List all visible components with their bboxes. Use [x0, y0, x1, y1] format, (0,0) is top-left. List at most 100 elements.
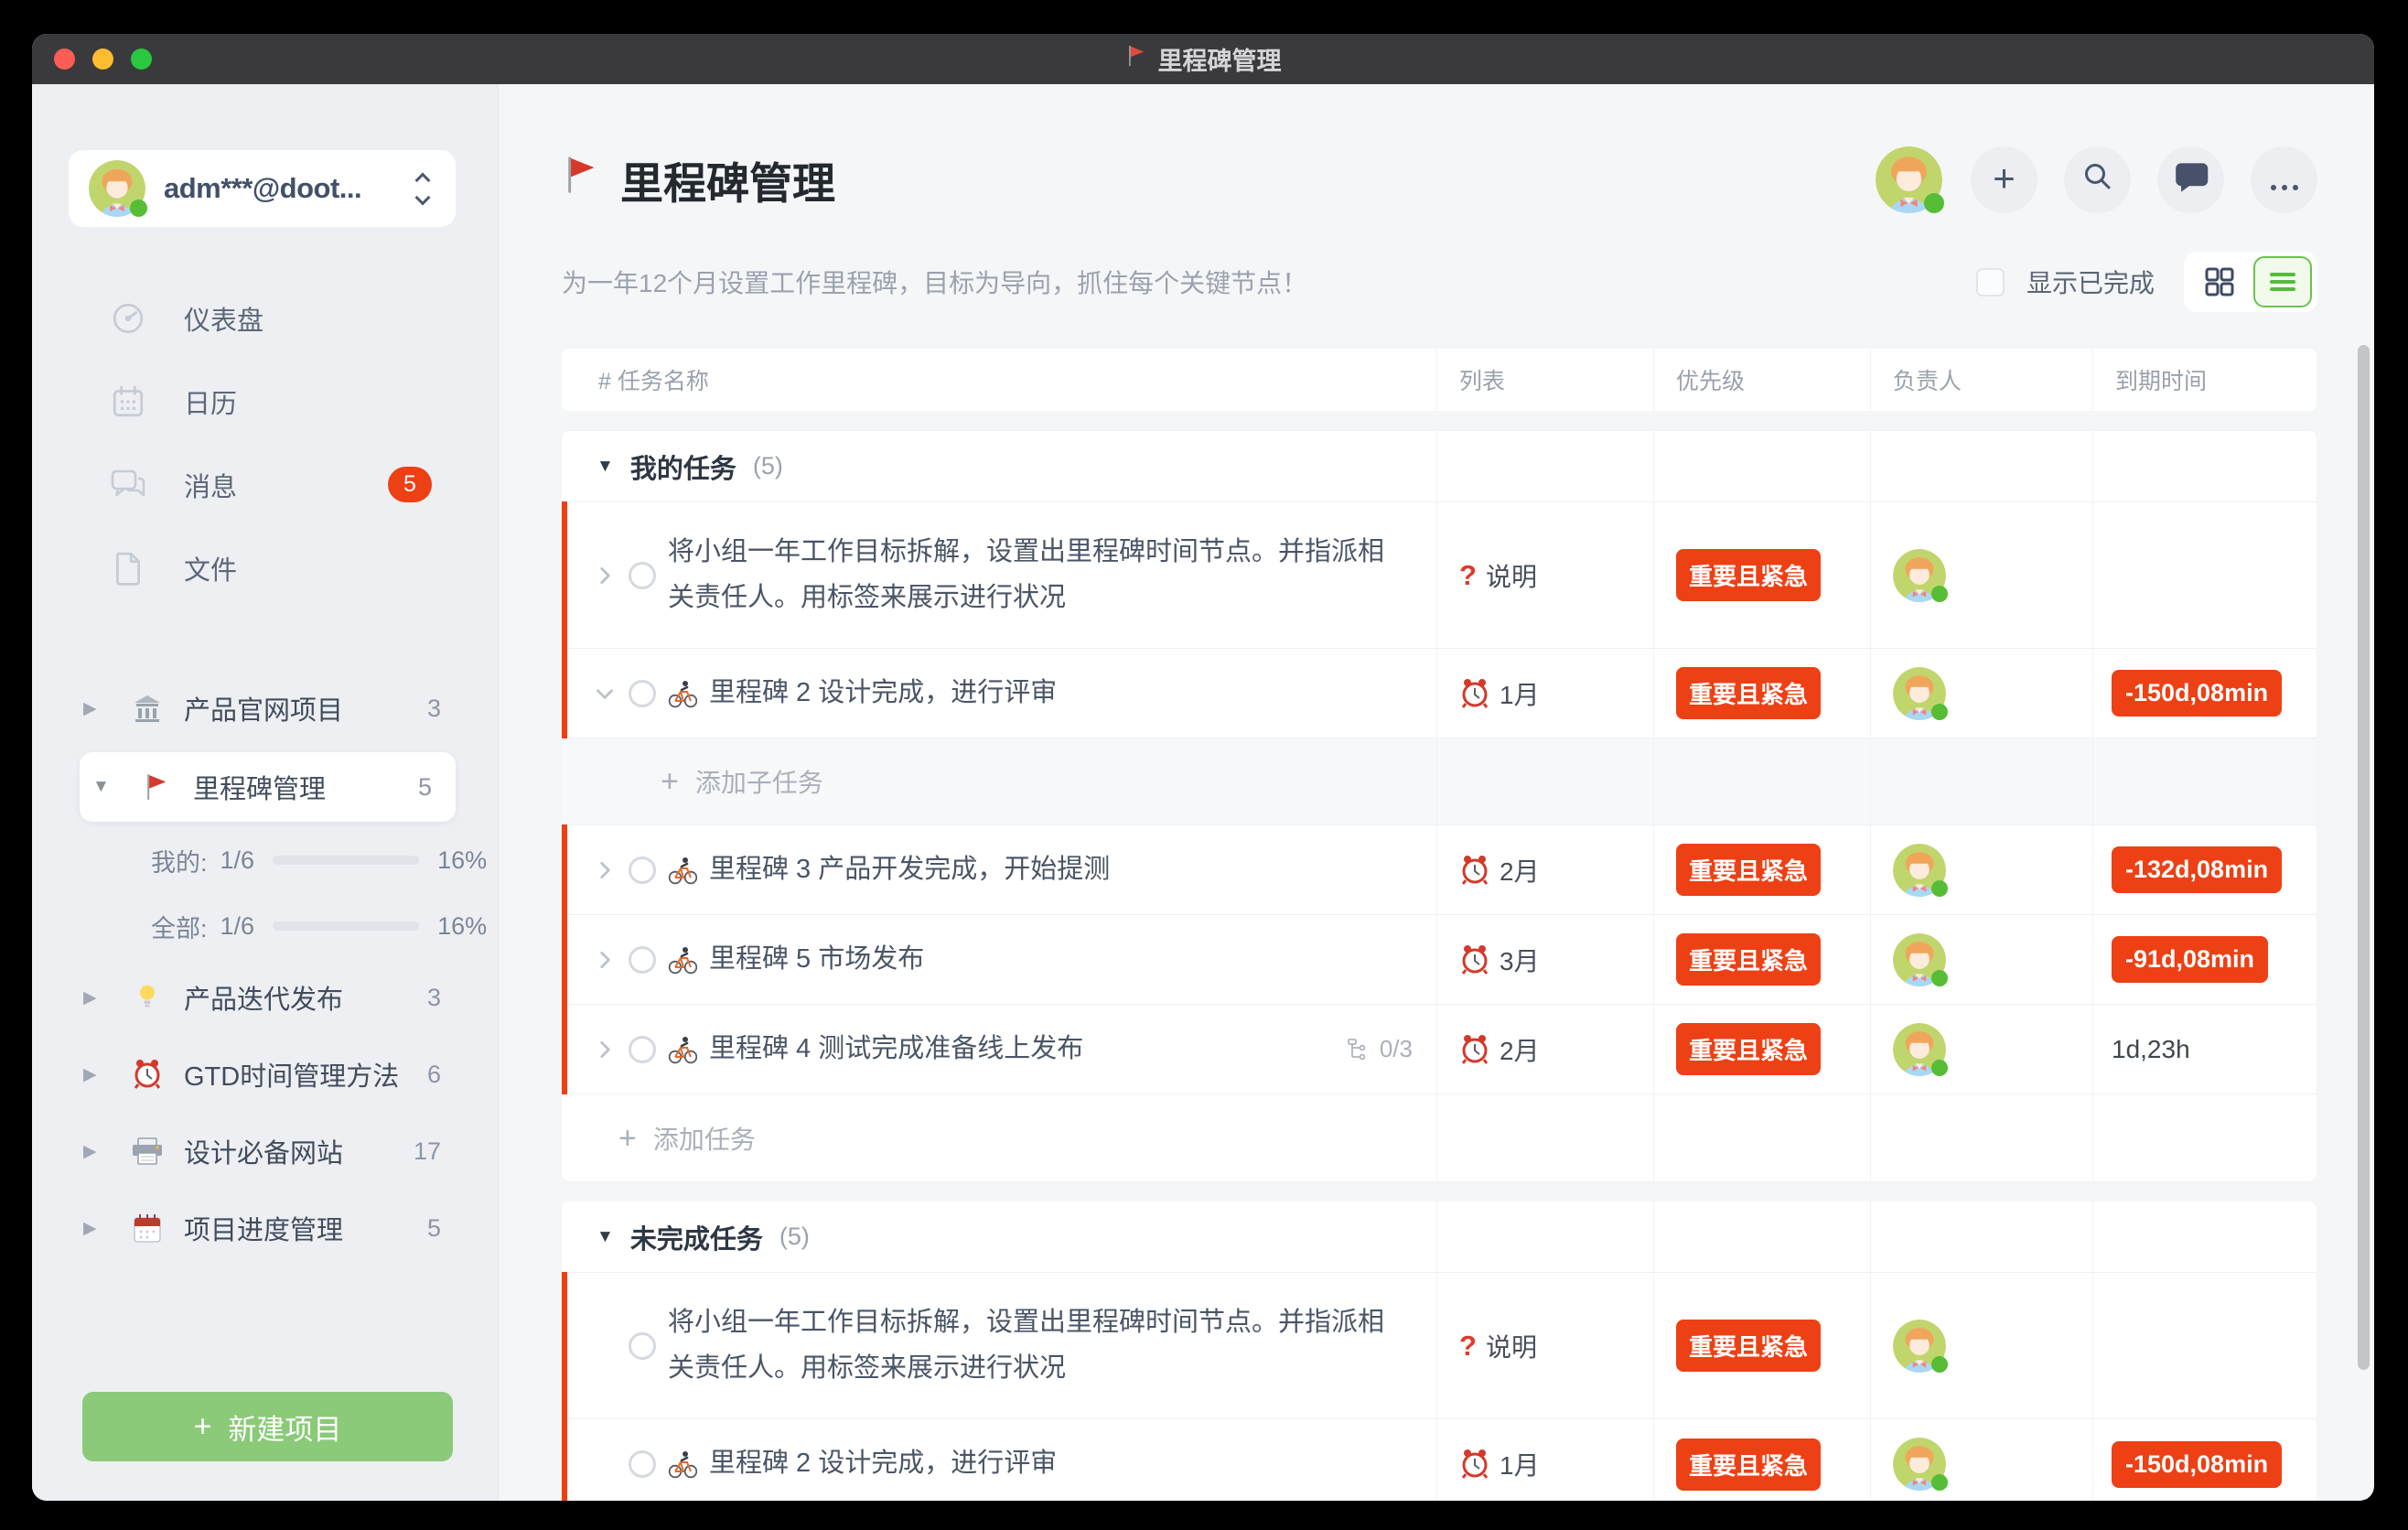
task-row[interactable]: 里程碑 4 测试完成准备线上发布0/32月重要且紧急 1d,23h: [562, 1005, 2317, 1094]
assignee-avatar: [1893, 933, 1946, 986]
assignee-cell[interactable]: [1871, 1273, 2093, 1418]
new-project-button[interactable]: + 新建项目: [82, 1392, 453, 1461]
task-table: # 任务名称 列表 优先级 负责人 到期时间 ▼我的任务(5)将小组一年工作目标…: [562, 349, 2317, 1501]
project-item-schedule[interactable]: ▶ 项目进度管理 5: [32, 1190, 498, 1266]
assignee-cell[interactable]: [1871, 1005, 2093, 1094]
task-row[interactable]: 里程碑 2 设计完成，进行评审1月重要且紧急 -150d,08min: [562, 1419, 2317, 1501]
list-cell[interactable]: ?说明: [1437, 502, 1654, 648]
project-item-milestone[interactable]: ▼ 里程碑管理 5: [80, 752, 456, 822]
add-task-row[interactable]: +添加子任务: [562, 738, 2317, 825]
task-row[interactable]: 将小组一年工作目标拆解，设置出里程碑时间节点。并指派相 关责任人。用标签来展示进…: [562, 502, 2317, 649]
scrollbar[interactable]: [2358, 345, 2370, 1370]
grid-view-button[interactable]: [2204, 266, 2235, 297]
priority-cell[interactable]: 重要且紧急: [1654, 915, 1871, 1004]
sidebar-item-dashboard[interactable]: 仪表盘: [32, 276, 498, 360]
minimize-window-button[interactable]: [92, 48, 113, 70]
task-name-cell[interactable]: 将小组一年工作目标拆解，设置出里程碑时间节点。并指派相 关责任人。用标签来展示进…: [562, 1273, 1437, 1418]
task-row[interactable]: 里程碑 5 市场发布3月重要且紧急 -91d,08min: [562, 915, 2317, 1005]
close-window-button[interactable]: [54, 48, 75, 70]
due-time-badge: -150d,08min: [2112, 670, 2282, 717]
due-cell[interactable]: -132d,08min: [2093, 825, 2317, 914]
list-cell[interactable]: 1月: [1437, 649, 1654, 738]
expand-toggle-icon[interactable]: [593, 948, 617, 972]
task-checkbox[interactable]: [629, 562, 656, 589]
my-progress: 我的: 1/6 16%: [32, 827, 498, 893]
user-avatar: [89, 160, 145, 217]
priority-cell[interactable]: 重要且紧急: [1654, 649, 1871, 738]
collapsed-arrow-icon[interactable]: ▶: [83, 698, 111, 719]
more-button[interactable]: [2251, 146, 2317, 213]
list-cell[interactable]: ?说明: [1437, 1273, 1654, 1418]
collapsed-arrow-icon[interactable]: ▶: [83, 1141, 111, 1162]
add-task-text: 添加任务: [653, 1120, 756, 1157]
task-checkbox[interactable]: [629, 857, 656, 884]
task-name-cell[interactable]: 将小组一年工作目标拆解，设置出里程碑时间节点。并指派相 关责任人。用标签来展示进…: [562, 502, 1437, 648]
priority-cell[interactable]: 重要且紧急: [1654, 1273, 1871, 1418]
add-task-row[interactable]: +添加任务: [562, 1094, 2317, 1181]
expand-toggle-icon[interactable]: [593, 1038, 617, 1061]
task-name-cell[interactable]: 里程碑 5 市场发布: [562, 915, 1437, 1004]
collapse-group-icon[interactable]: ▼: [597, 1227, 614, 1247]
task-checkbox[interactable]: [629, 1332, 656, 1360]
due-cell[interactable]: -150d,08min: [2093, 1419, 2317, 1501]
expand-toggle-icon[interactable]: [593, 682, 617, 706]
priority-cell[interactable]: 重要且紧急: [1654, 825, 1871, 914]
assignee-cell[interactable]: [1871, 825, 2093, 914]
assignee-cell[interactable]: [1871, 1419, 2093, 1501]
search-button[interactable]: [2064, 146, 2131, 213]
task-row[interactable]: 里程碑 3 产品开发完成，开始提测2月重要且紧急 -132d,08min: [562, 825, 2317, 915]
collapsed-arrow-icon[interactable]: ▶: [83, 1064, 111, 1085]
task-row[interactable]: 里程碑 2 设计完成，进行评审1月重要且紧急 -150d,08min: [562, 649, 2317, 738]
fullscreen-window-button[interactable]: [131, 48, 152, 70]
task-checkbox[interactable]: [629, 946, 656, 974]
task-checkbox[interactable]: [629, 1450, 656, 1478]
assignee-cell[interactable]: [1871, 649, 2093, 738]
user-card[interactable]: adm***@doot...: [69, 150, 456, 227]
add-task-cell[interactable]: +添加任务: [562, 1094, 1437, 1181]
due-cell[interactable]: [2093, 502, 2317, 648]
sidebar-item-files[interactable]: 文件: [32, 526, 498, 609]
collapsed-arrow-icon[interactable]: ▶: [83, 1218, 111, 1239]
task-checkbox[interactable]: [629, 1036, 656, 1063]
project-item-gtd[interactable]: ▶ GTD时间管理方法 6: [32, 1036, 498, 1113]
due-cell[interactable]: -150d,08min: [2093, 649, 2317, 738]
project-item-design-sites[interactable]: ▶ 设计必备网站 17: [32, 1113, 498, 1190]
due-cell[interactable]: 1d,23h: [2093, 1005, 2317, 1094]
chat-button[interactable]: [2157, 146, 2224, 213]
unread-badge: 5: [388, 467, 432, 502]
show-completed-checkbox[interactable]: [1976, 268, 2005, 296]
task-name-cell[interactable]: 里程碑 2 设计完成，进行评审: [562, 649, 1437, 738]
expand-toggle-icon[interactable]: [593, 858, 617, 882]
list-view-button[interactable]: [2253, 256, 2312, 307]
due-cell[interactable]: [2093, 1273, 2317, 1418]
priority-cell[interactable]: 重要且紧急: [1654, 1419, 1871, 1501]
task-checkbox[interactable]: [629, 680, 656, 707]
task-name-cell[interactable]: 里程碑 3 产品开发完成，开始提测: [562, 825, 1437, 914]
list-cell[interactable]: 1月: [1437, 1419, 1654, 1501]
due-cell[interactable]: -91d,08min: [2093, 915, 2317, 1004]
list-cell[interactable]: 3月: [1437, 915, 1654, 1004]
project-item-official-site[interactable]: ▶ 产品官网项目 3: [32, 670, 498, 747]
task-name-cell[interactable]: 里程碑 4 测试完成准备线上发布0/3: [562, 1005, 1437, 1094]
collapse-group-icon[interactable]: ▼: [597, 457, 614, 477]
collapsed-arrow-icon[interactable]: ▶: [83, 987, 111, 1008]
add-task-cell[interactable]: +添加子任务: [562, 738, 1437, 824]
expanded-arrow-icon[interactable]: ▼: [92, 777, 120, 797]
expand-toggle-icon[interactable]: [593, 564, 617, 587]
assignee-cell[interactable]: [1871, 915, 2093, 1004]
add-button[interactable]: +: [1971, 146, 2037, 213]
add-task-label[interactable]: +添加任务: [618, 1120, 756, 1157]
sidebar-item-calendar[interactable]: 日历: [32, 360, 498, 443]
list-cell[interactable]: 2月: [1437, 1005, 1654, 1094]
add-task-label[interactable]: +添加子任务: [661, 763, 823, 800]
list-cell[interactable]: 2月: [1437, 825, 1654, 914]
task-name-cell[interactable]: 里程碑 2 设计完成，进行评审: [562, 1419, 1437, 1501]
priority-cell[interactable]: 重要且紧急: [1654, 1005, 1871, 1094]
current-user-avatar[interactable]: [1876, 146, 1942, 213]
sidebar-item-messages[interactable]: 消息 5: [32, 443, 498, 526]
project-item-iteration[interactable]: ▶ 产品迭代发布 3: [32, 959, 498, 1036]
assignee-cell[interactable]: [1871, 502, 2093, 648]
task-row[interactable]: 将小组一年工作目标拆解，设置出里程碑时间节点。并指派相 关责任人。用标签来展示进…: [562, 1273, 2317, 1419]
priority-cell[interactable]: 重要且紧急: [1654, 502, 1871, 648]
account-switcher-icon[interactable]: [417, 175, 432, 203]
